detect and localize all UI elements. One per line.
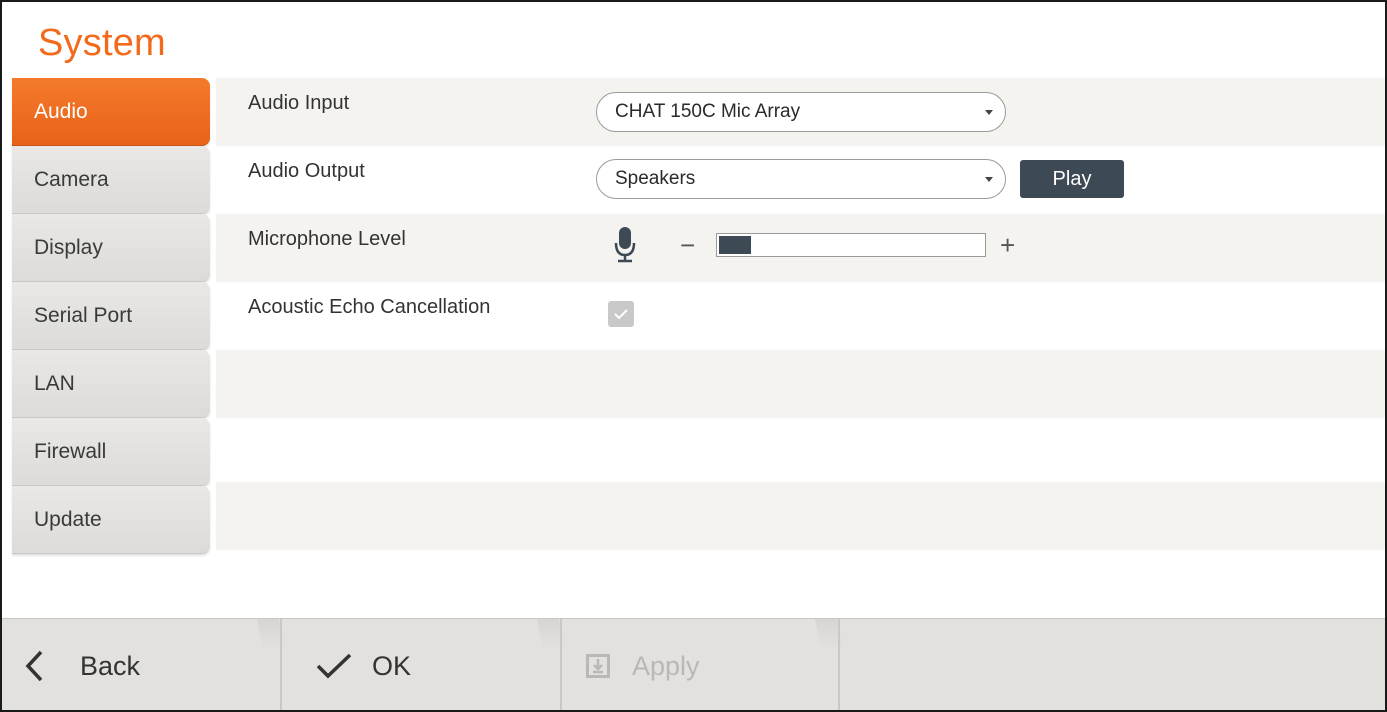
caret-down-icon	[985, 110, 993, 115]
sidebar-item-label: Firewall	[34, 439, 107, 463]
bottom-bar: Back OK Apply	[2, 618, 1385, 710]
audio-input-select[interactable]: CHAT 150C Mic Array	[596, 92, 1006, 132]
microphone-icon	[614, 227, 636, 263]
check-icon	[614, 309, 628, 320]
checkmark-icon	[316, 653, 352, 679]
back-button[interactable]: Back	[24, 619, 280, 710]
divider	[560, 619, 562, 710]
page-title: System	[38, 22, 166, 64]
sidebar-item-lan[interactable]: LAN	[12, 350, 210, 418]
audio-output-label: Audio Output	[248, 160, 365, 182]
sidebar-item-firewall[interactable]: Firewall	[12, 418, 210, 486]
sidebar-item-display[interactable]: Display	[12, 214, 210, 282]
apply-label: Apply	[632, 650, 700, 681]
mic-level-increase-button[interactable]: +	[1000, 232, 1015, 258]
settings-window: System Audio Camera Display Serial Port …	[0, 0, 1387, 712]
sidebar-item-audio[interactable]: Audio	[12, 78, 210, 146]
sidebar-item-label: LAN	[34, 371, 75, 395]
mic-level-fill	[719, 236, 751, 254]
play-button[interactable]: Play	[1020, 160, 1124, 198]
caret-down-icon	[985, 177, 993, 182]
mic-level-decrease-button[interactable]: −	[680, 232, 695, 258]
sidebar-item-camera[interactable]: Camera	[12, 146, 210, 214]
audio-output-value: Speakers	[615, 168, 696, 189]
divider	[280, 619, 282, 710]
audio-input-row: Audio Input CHAT 150C Mic Array	[216, 78, 1385, 146]
ok-button[interactable]: OK	[316, 619, 560, 710]
sidebar-item-update[interactable]: Update	[12, 486, 210, 554]
sidebar-item-serial-port[interactable]: Serial Port	[12, 282, 210, 350]
audio-input-label: Audio Input	[248, 92, 350, 114]
sidebar-item-label: Display	[34, 235, 103, 259]
settings-panel: Audio Input CHAT 150C Mic Array Audio Ou…	[216, 78, 1385, 618]
audio-input-value: CHAT 150C Mic Array	[615, 101, 801, 122]
audio-output-row: Audio Output Speakers Play	[216, 146, 1385, 214]
ok-label: OK	[372, 650, 412, 681]
aec-checkbox[interactable]	[608, 301, 634, 327]
mic-level-row: Microphone Level − +	[216, 214, 1385, 282]
aec-label: Acoustic Echo Cancellation	[248, 296, 491, 318]
divider	[838, 619, 840, 710]
audio-output-select[interactable]: Speakers	[596, 159, 1006, 199]
chevron-left-icon	[25, 650, 43, 682]
sidebar-item-label: Update	[34, 507, 102, 531]
mic-level-slider[interactable]	[716, 233, 986, 257]
back-label: Back	[80, 650, 141, 681]
empty-row	[216, 350, 1385, 418]
empty-row	[216, 418, 1385, 486]
apply-button[interactable]: Apply	[586, 619, 838, 710]
mic-level-label: Microphone Level	[248, 228, 406, 250]
sidebar: Audio Camera Display Serial Port LAN Fir…	[12, 78, 216, 554]
empty-row	[216, 482, 1385, 550]
save-icon	[586, 654, 610, 678]
sidebar-item-label: Camera	[34, 167, 109, 191]
sidebar-item-label: Audio	[34, 99, 88, 123]
sidebar-item-label: Serial Port	[34, 303, 133, 327]
aec-row: Acoustic Echo Cancellation	[216, 282, 1385, 350]
